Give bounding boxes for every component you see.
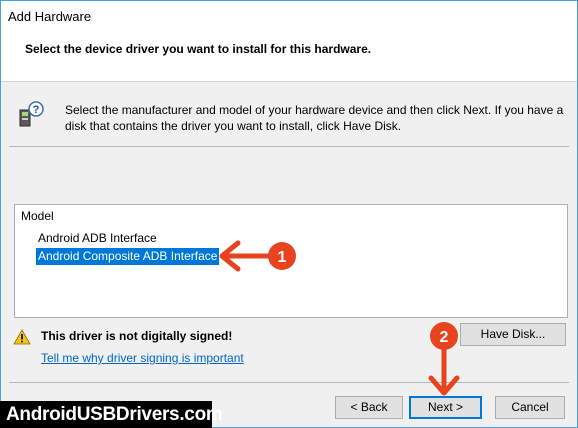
unsigned-driver-warning: This driver is not digitally signed!	[41, 329, 233, 343]
warning-icon	[13, 329, 31, 345]
site-watermark: AndroidUSBDrivers.com	[0, 401, 223, 428]
page-heading: Select the device driver you want to ins…	[25, 42, 372, 56]
model-listbox[interactable]: Model Android ADB Interface Android Comp…	[14, 204, 568, 318]
add-hardware-window: Add Hardware Select the device driver yo…	[0, 0, 578, 428]
cancel-button[interactable]: Cancel	[495, 396, 565, 419]
wizard-header: Add Hardware Select the device driver yo…	[1, 1, 577, 81]
section-divider	[9, 146, 569, 147]
window-title: Add Hardware	[8, 9, 92, 24]
next-button[interactable]: Next >	[409, 396, 482, 419]
header-divider	[1, 81, 577, 82]
back-button[interactable]: < Back	[335, 396, 403, 419]
instructions-text: Select the manufacturer and model of you…	[65, 103, 564, 133]
have-disk-button[interactable]: Have Disk...	[460, 323, 566, 346]
model-item-android-composite-adb-interface[interactable]: Android Composite ADB Interface	[36, 248, 220, 265]
footer-divider	[9, 382, 569, 383]
model-item-android-adb-interface[interactable]: Android ADB Interface	[36, 230, 159, 247]
svg-text:?: ?	[33, 104, 40, 116]
model-list-header: Model	[21, 209, 54, 223]
hardware-help-icon: ?	[19, 101, 44, 127]
driver-signing-link[interactable]: Tell me why driver signing is important	[41, 351, 244, 365]
